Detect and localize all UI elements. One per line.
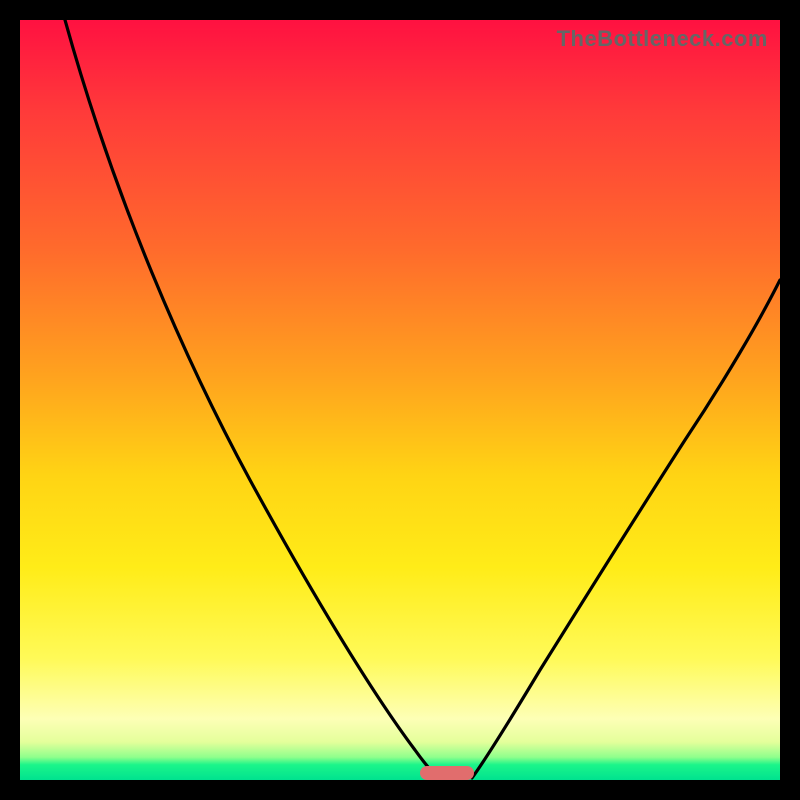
optimum-marker (420, 766, 474, 780)
plot-area: TheBottleneck.com (20, 20, 780, 780)
bottleneck-curve-left (65, 20, 438, 778)
bottleneck-curve-right (472, 280, 780, 778)
curve-layer (20, 20, 780, 780)
chart-frame: TheBottleneck.com (0, 0, 800, 800)
